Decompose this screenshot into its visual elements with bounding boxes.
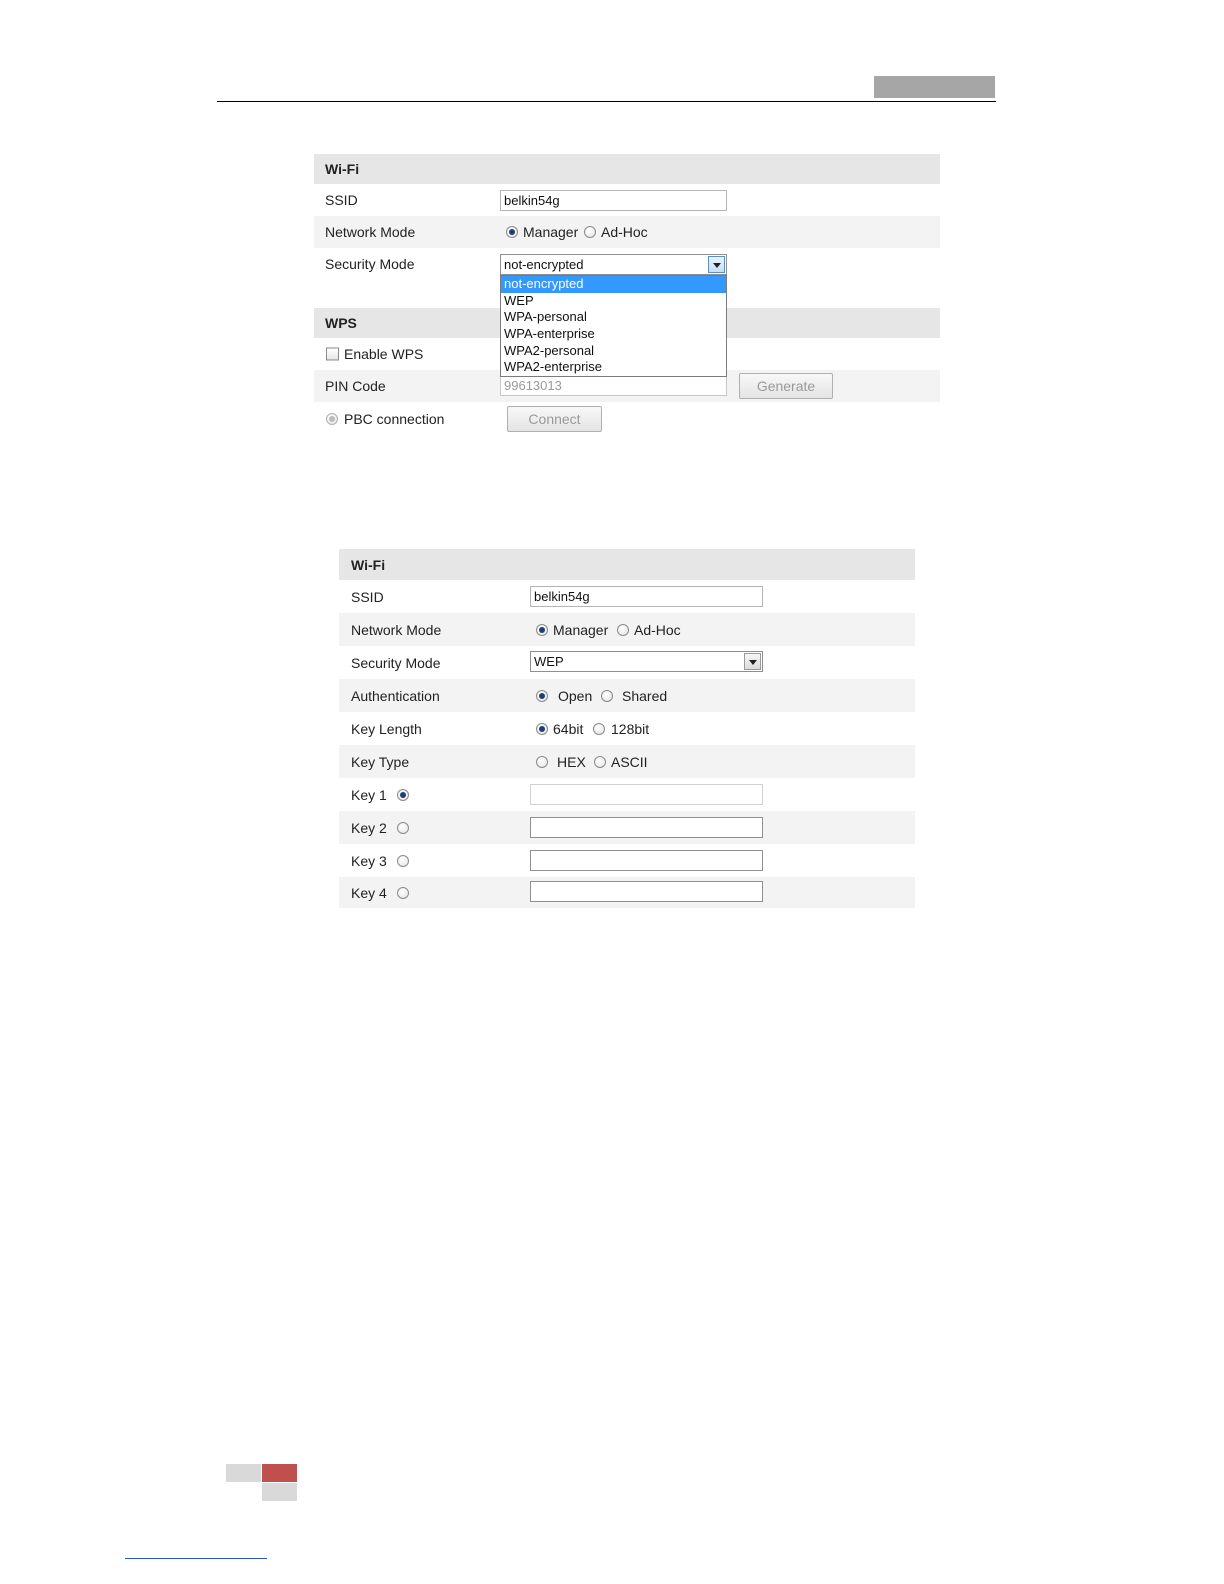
pin-code-input[interactable]: 99613013 — [500, 375, 727, 396]
key1-row: Key 1 — [339, 778, 915, 811]
wep-ssid-row: SSID belkin54g — [339, 580, 915, 613]
key-type-row: Key Type HEX ASCII — [339, 745, 915, 778]
pbc-radio[interactable] — [326, 413, 338, 425]
ssid-input[interactable]: belkin54g — [500, 190, 727, 211]
header-rule — [217, 101, 996, 102]
wep-network-mode-label: Network Mode — [351, 621, 442, 638]
security-option-wpa-personal[interactable]: WPA-personal — [501, 309, 726, 326]
security-option-wpa2-enterprise[interactable]: WPA2-enterprise — [501, 359, 726, 376]
hex-label: HEX — [557, 753, 586, 770]
security-option-wpa2-personal[interactable]: WPA2-personal — [501, 343, 726, 360]
security-option-wpa-enterprise[interactable]: WPA-enterprise — [501, 326, 726, 343]
ascii-radio[interactable] — [594, 755, 606, 768]
shared-label: Shared — [622, 687, 668, 704]
wep-security-mode-select[interactable]: WEP — [530, 651, 763, 672]
wep-security-mode-label: Security Mode — [351, 654, 441, 671]
wep-network-mode-row: Network Mode Manager Ad-Hoc — [339, 613, 915, 646]
footer-link-underline — [125, 1558, 267, 1559]
security-mode-label: Security Mode — [325, 256, 415, 272]
network-mode-label: Network Mode — [325, 224, 416, 240]
key1-label: Key 1 — [351, 786, 387, 803]
key2-radio[interactable] — [397, 821, 409, 834]
64bit-radio[interactable] — [536, 722, 548, 735]
key4-label: Key 4 — [351, 884, 387, 901]
128bit-label: 128bit — [611, 720, 650, 737]
pin-code-label: PIN Code — [325, 378, 386, 394]
key3-row: Key 3 — [339, 844, 915, 877]
chevron-down-icon[interactable] — [744, 653, 761, 670]
64bit-label: 64bit — [553, 720, 584, 737]
footer-grey-block-lower — [262, 1483, 297, 1501]
open-radio[interactable] — [536, 689, 548, 702]
wep-ssid-input[interactable]: belkin54g — [530, 586, 763, 607]
key3-radio[interactable] — [397, 854, 409, 867]
generate-button[interactable]: Generate — [739, 373, 833, 399]
footer-red-block — [262, 1464, 297, 1482]
key-type-label: Key Type — [351, 753, 410, 770]
adhoc-radio[interactable] — [584, 226, 596, 238]
key-length-label: Key Length — [351, 720, 422, 737]
open-label: Open — [558, 687, 593, 704]
connect-button[interactable]: Connect — [507, 406, 602, 432]
adhoc-label: Ad-Hoc — [601, 224, 648, 240]
key3-input[interactable] — [530, 850, 763, 871]
key4-radio[interactable] — [397, 886, 409, 899]
pbc-row: PBC connection Connect — [314, 402, 940, 436]
wifi-wep-section-title: Wi-Fi — [351, 556, 386, 573]
wep-adhoc-label: Ad-Hoc — [634, 621, 681, 638]
wep-manager-label: Manager — [553, 621, 609, 638]
security-mode-select[interactable]: not-encrypted — [500, 254, 727, 275]
authentication-row: Authentication Open Shared — [339, 679, 915, 712]
security-mode-dropdown: not-encrypted WEP WPA-personal WPA-enter… — [500, 275, 727, 377]
wifi-wep-section-header: Wi-Fi — [339, 549, 915, 580]
128bit-radio[interactable] — [593, 722, 605, 735]
security-option-not-encrypted[interactable]: not-encrypted — [501, 276, 726, 293]
ssid-label: SSID — [325, 192, 358, 208]
chevron-down-icon[interactable] — [708, 256, 725, 273]
key2-row: Key 2 — [339, 811, 915, 844]
authentication-label: Authentication — [351, 687, 440, 704]
key2-input[interactable] — [530, 817, 763, 838]
manager-radio[interactable] — [506, 226, 518, 238]
key2-label: Key 2 — [351, 819, 387, 836]
key-length-row: Key Length 64bit 128bit — [339, 712, 915, 745]
key1-input[interactable] — [530, 784, 763, 805]
manager-label: Manager — [523, 224, 579, 240]
header-tab — [874, 76, 995, 98]
key4-row: Key 4 — [339, 877, 915, 908]
pbc-label: PBC connection — [344, 411, 445, 427]
wifi-panel-dropdown: Wi-Fi SSID belkin54g Network Mode Manage… — [314, 154, 940, 436]
ascii-label: ASCII — [611, 753, 648, 770]
wifi-panel-wep: Wi-Fi SSID belkin54g Network Mode Manage… — [339, 549, 915, 908]
footer-grey-block — [226, 1464, 261, 1482]
enable-wps-label: Enable WPS — [344, 346, 424, 362]
key1-radio[interactable] — [397, 788, 409, 801]
ssid-row: SSID belkin54g — [314, 184, 940, 216]
security-option-wep[interactable]: WEP — [501, 293, 726, 310]
shared-radio[interactable] — [601, 689, 613, 702]
wep-adhoc-radio[interactable] — [617, 623, 629, 636]
hex-radio[interactable] — [536, 755, 548, 768]
key3-label: Key 3 — [351, 852, 387, 869]
wep-ssid-label: SSID — [351, 588, 384, 605]
wifi-section-title: Wi-Fi — [325, 161, 360, 177]
network-mode-row: Network Mode Manager Ad-Hoc — [314, 216, 940, 248]
wep-manager-radio[interactable] — [536, 623, 548, 636]
key4-input[interactable] — [530, 881, 763, 902]
enable-wps-checkbox[interactable] — [326, 347, 339, 361]
wifi-section-header: Wi-Fi — [314, 154, 940, 184]
wep-security-mode-value: WEP — [534, 654, 564, 669]
wps-section-title: WPS — [325, 315, 357, 331]
security-mode-value: not-encrypted — [504, 257, 584, 272]
wep-security-mode-row: Security Mode WEP — [339, 646, 915, 679]
